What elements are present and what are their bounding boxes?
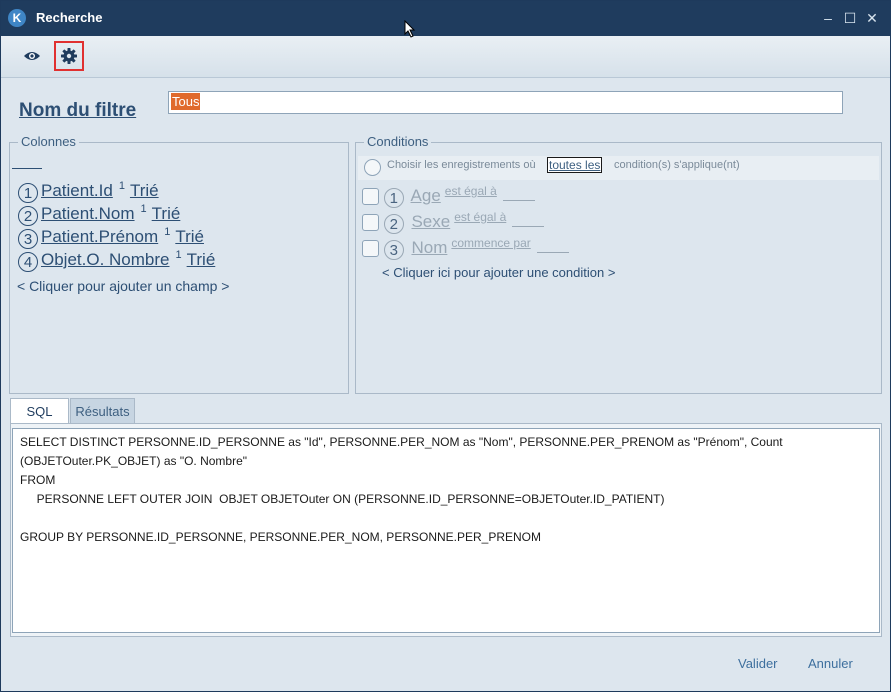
column-sort-order: 1 bbox=[118, 180, 125, 192]
close-button[interactable]: ✕ bbox=[863, 9, 881, 27]
columns-legend: Colonnes bbox=[18, 134, 79, 149]
conditions-header-suffix: condition(s) s'applique(nt) bbox=[614, 159, 740, 171]
condition-checkbox[interactable] bbox=[362, 188, 379, 206]
column-field[interactable]: Patient.Nom bbox=[41, 204, 135, 223]
column-row[interactable]: 3 Patient.Prénom 1 Trié bbox=[18, 226, 204, 249]
condition-number: 3 bbox=[383, 240, 404, 260]
condition-row[interactable]: 1 Age est égal à bbox=[362, 184, 535, 208]
tab-results[interactable]: Résultats bbox=[70, 398, 135, 424]
condition-operator[interactable]: est égal à bbox=[454, 210, 506, 224]
conditions-mode-selector[interactable]: toutes les bbox=[547, 157, 603, 173]
column-row[interactable]: 4 Objet.O. Nombre 1 Trié bbox=[18, 249, 215, 272]
condition-value[interactable] bbox=[512, 226, 545, 227]
condition-row[interactable]: 2 Sexe est égal à bbox=[362, 210, 545, 234]
conditions-header-checkbox[interactable] bbox=[364, 159, 381, 176]
minimize-button[interactable]: – bbox=[819, 9, 837, 27]
condition-number: 1 bbox=[383, 188, 404, 208]
tab-sql[interactable]: SQL bbox=[10, 398, 69, 424]
condition-checkbox[interactable] bbox=[362, 240, 379, 258]
condition-operator[interactable]: commence par bbox=[451, 236, 530, 250]
column-sort-order: 1 bbox=[175, 249, 182, 261]
gear-icon bbox=[61, 48, 77, 64]
title-bar[interactable]: K Recherche – ☐ ✕ bbox=[1, 1, 890, 36]
mouse-cursor-icon bbox=[404, 20, 416, 38]
conditions-group: Conditions Choisir les enregistrements o… bbox=[355, 134, 882, 394]
column-number: 1 bbox=[18, 183, 38, 203]
settings-button[interactable] bbox=[54, 41, 84, 71]
column-sort[interactable]: Trié bbox=[152, 204, 181, 223]
eye-icon bbox=[24, 52, 40, 60]
app-logo-icon: K bbox=[8, 9, 26, 27]
column-row[interactable]: 1 Patient.Id 1 Trié bbox=[18, 180, 159, 203]
condition-number: 2 bbox=[383, 214, 404, 234]
filter-name-value: Tous bbox=[171, 93, 201, 110]
condition-field[interactable]: Age bbox=[411, 186, 441, 205]
window-title: Recherche bbox=[36, 10, 103, 25]
column-sort[interactable]: Trié bbox=[187, 250, 216, 269]
condition-checkbox[interactable] bbox=[362, 214, 379, 232]
condition-row[interactable]: 3 Nom commence par bbox=[362, 236, 569, 260]
toolbar bbox=[1, 36, 890, 78]
condition-field[interactable]: Nom bbox=[411, 238, 447, 257]
condition-value[interactable] bbox=[502, 200, 535, 201]
column-sort[interactable]: Trié bbox=[175, 227, 204, 246]
column-number: 3 bbox=[18, 229, 38, 249]
sql-text-area[interactable]: SELECT DISTINCT PERSONNE.ID_PERSONNE as … bbox=[12, 428, 880, 633]
column-row[interactable]: 2 Patient.Nom 1 Trié bbox=[18, 203, 180, 226]
search-window: K Recherche – ☐ ✕ Nom du filtre Tous Col… bbox=[0, 0, 891, 692]
condition-field[interactable]: Sexe bbox=[411, 212, 450, 231]
conditions-header-prefix: Choisir les enregistrements où bbox=[387, 159, 536, 171]
column-field[interactable]: Objet.O. Nombre bbox=[41, 250, 170, 269]
column-field[interactable]: Patient.Id bbox=[41, 181, 113, 200]
preview-button[interactable] bbox=[17, 41, 47, 71]
add-condition-link[interactable]: < Cliquer ici pour ajouter une condition… bbox=[382, 265, 615, 280]
conditions-header: Choisir les enregistrements où toutes le… bbox=[358, 156, 879, 180]
column-number: 2 bbox=[18, 206, 38, 226]
maximize-button[interactable]: ☐ bbox=[841, 9, 859, 27]
columns-group: Colonnes 1 Patient.Id 1 Trié 2 Patient.Nom 1 T… bbox=[9, 134, 349, 394]
filter-name-label: Nom du filtre bbox=[19, 100, 137, 121]
filter-name-input[interactable]: Tous bbox=[168, 91, 843, 114]
add-field-link[interactable]: < Cliquer pour ajouter un champ > bbox=[17, 278, 229, 294]
conditions-legend: Conditions bbox=[364, 134, 432, 149]
column-field[interactable]: Patient.Prénom bbox=[41, 227, 158, 246]
condition-operator[interactable]: est égal à bbox=[445, 184, 497, 198]
column-sort-order: 1 bbox=[140, 203, 147, 215]
condition-value[interactable] bbox=[536, 252, 569, 253]
column-number: 4 bbox=[18, 252, 38, 272]
columns-divider bbox=[12, 168, 42, 169]
column-sort[interactable]: Trié bbox=[130, 181, 159, 200]
cancel-button[interactable]: Annuler bbox=[808, 656, 853, 671]
validate-button[interactable]: Valider bbox=[738, 656, 778, 671]
column-sort-order: 1 bbox=[164, 226, 171, 238]
